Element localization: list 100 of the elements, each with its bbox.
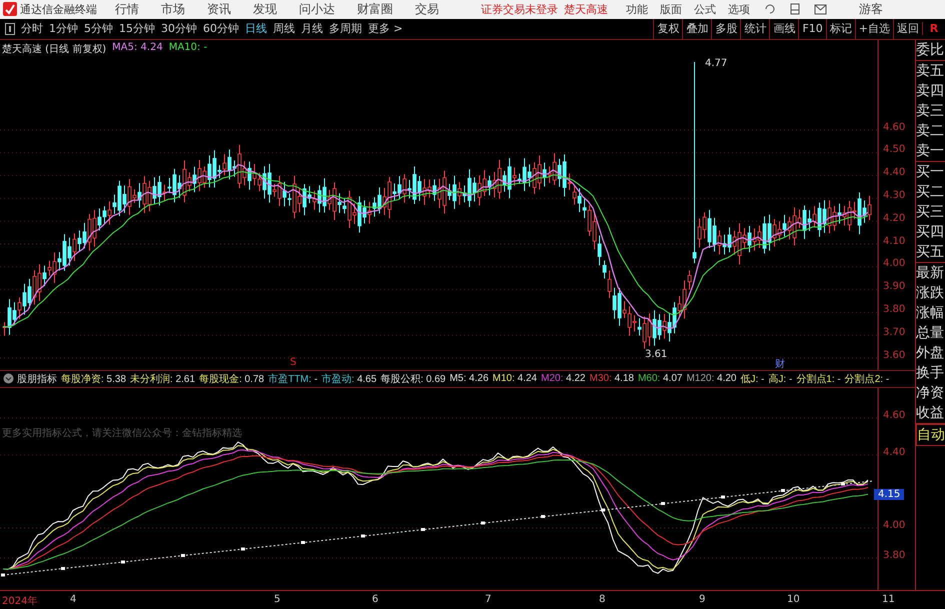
date-axis-label: 6: [372, 594, 378, 604]
chart-marker: S: [290, 356, 296, 368]
low-price-label: 3.61: [645, 348, 668, 360]
indicator-axis-label: 3.80: [883, 550, 906, 560]
period-tab[interactable]: 日线: [245, 21, 267, 36]
date-axis-label: 11: [882, 594, 895, 604]
app-logo-icon: [3, 2, 17, 16]
indicator-field: M5: 4.26: [450, 373, 489, 384]
date-axis-label: 10: [787, 594, 800, 604]
toolbar-menu-item[interactable]: 选项: [728, 2, 750, 17]
indicator-field: 低J: -: [740, 372, 764, 386]
collapse-icon[interactable]: [3, 373, 14, 384]
toolbar-menu-item[interactable]: 版面: [660, 2, 682, 17]
menu-item[interactable]: 市场: [161, 0, 185, 18]
date-axis-label: 9: [699, 594, 706, 604]
indicator-field: M20: 4.22: [541, 373, 586, 384]
indicator-field: 分割点1: -: [796, 372, 841, 386]
quote-label: 卖五: [916, 62, 945, 80]
quote-label: 收益: [916, 404, 945, 422]
period-tab[interactable]: 分时: [21, 21, 43, 36]
quote-label: 卖一: [916, 142, 945, 160]
indicator-field: 市盈TTM: -: [268, 372, 318, 386]
current-value-badge: 4.15: [874, 488, 904, 500]
price-axis-label: 3.60: [883, 350, 906, 360]
toolbar-button[interactable]: 复权: [653, 18, 682, 38]
menu-item[interactable]: 问小达: [299, 0, 335, 18]
quote-label: 买一: [916, 162, 945, 182]
price-axis-label: 4.20: [883, 212, 906, 224]
login-status[interactable]: 证券交易未登录: [481, 2, 558, 17]
quote-label: 换手: [916, 364, 945, 382]
period-tab[interactable]: 周线: [273, 21, 295, 36]
quote-label: 卖二: [916, 122, 945, 140]
date-axis-label: 7: [485, 594, 492, 604]
quote-label: 涨跌: [916, 284, 945, 302]
quote-label: 外盘: [916, 344, 945, 362]
app-name: 通达信金融终端: [20, 2, 98, 17]
menu-item[interactable]: 发现: [253, 0, 277, 18]
price-axis-label: 3.80: [883, 304, 906, 315]
price-axis-label: 4.10: [883, 236, 906, 246]
toolbar-menu-item[interactable]: 功能: [626, 2, 648, 17]
quote-label: 买二: [916, 182, 945, 202]
period-tab[interactable]: 5分钟: [84, 21, 113, 36]
mail-icon[interactable]: [814, 4, 827, 15]
indicator-field: M10: 4.24: [492, 373, 537, 384]
ma-legend: MA10: -: [168, 42, 208, 56]
quote-label: 买四: [916, 222, 945, 242]
price-axis-label: 4.00: [883, 258, 906, 270]
toolbar-button[interactable]: 统计: [740, 18, 770, 38]
user-name[interactable]: 游客: [859, 0, 883, 18]
indicator-field: M120: 4.20: [686, 373, 736, 384]
quote-label: 涨幅: [916, 304, 945, 322]
indicator-field: 每股净资: 5.38: [61, 372, 126, 386]
quote-label: 委比: [916, 40, 945, 60]
quote-label: 卖四: [916, 82, 945, 100]
chart-marker: 财: [775, 358, 785, 370]
stock-name: 楚天高速: [564, 2, 608, 17]
period-tab[interactable]: 30分钟: [161, 21, 197, 36]
indicator-note: 更多实用指标公式，请关注微信公众号：金钻指标精选: [2, 426, 242, 440]
indicator-field: M30: 4.18: [589, 373, 634, 384]
date-axis-label: 4: [70, 594, 76, 604]
quote-label: 最新: [916, 264, 945, 282]
period-tab[interactable]: 60分钟: [203, 21, 239, 36]
indicator-name[interactable]: 股朋指标: [17, 372, 57, 386]
menu-item[interactable]: 行情: [115, 0, 139, 18]
period-tab[interactable]: 更多 >: [368, 21, 403, 36]
quote-label: 买五: [916, 242, 945, 262]
panel-toggle-icon[interactable]: [5, 22, 15, 34]
price-axis-label: 3.90: [883, 281, 906, 292]
chart-title: 楚天高速 (日线 前复权): [2, 42, 106, 56]
price-axis-label: 4.40: [883, 167, 906, 178]
period-tab[interactable]: 15分钟: [119, 21, 155, 36]
ma-legend: MA5: 4.24: [112, 42, 163, 56]
date-axis-label: 8: [599, 594, 606, 604]
indicator-field: M60: 4.07: [638, 373, 682, 384]
menu-item[interactable]: 财富圈: [357, 0, 393, 18]
indicator-axis-label: 4.00: [883, 520, 906, 530]
date-axis-label: 2024年: [2, 594, 38, 608]
quote-label: 卖三: [916, 102, 945, 120]
toolbar-menu-item[interactable]: 公式: [694, 2, 716, 17]
quote-label: 总量: [916, 324, 945, 342]
indicator-field: 每股公积: 0.69: [380, 372, 446, 386]
date-axis-label: 5: [274, 594, 280, 604]
toolbar-button[interactable]: 多股: [711, 18, 740, 38]
auto-mode-button[interactable]: 自动: [916, 424, 945, 446]
period-tab[interactable]: 月线: [301, 21, 323, 36]
quote-label: 买三: [916, 202, 945, 222]
menu-item[interactable]: 交易: [415, 0, 439, 18]
price-axis-label: 4.50: [883, 144, 906, 156]
high-price-label: 4.77: [705, 58, 728, 68]
quote-label: 净资: [916, 384, 945, 402]
price-axis-label: 4.30: [883, 190, 906, 201]
indicator-axis-label: 4.60: [883, 410, 906, 420]
menu-item[interactable]: 资讯: [207, 0, 231, 18]
indicator-field: 未分利润: 2.61: [130, 372, 196, 386]
period-tab[interactable]: 1分钟: [49, 21, 78, 36]
indicator-field: 市盈动: 4.65: [322, 372, 377, 386]
price-axis-label: 3.70: [883, 326, 906, 338]
period-tab[interactable]: 多周期: [329, 21, 362, 36]
toolbar-button[interactable]: +自选: [854, 18, 893, 38]
corner-label: R: [922, 22, 945, 35]
